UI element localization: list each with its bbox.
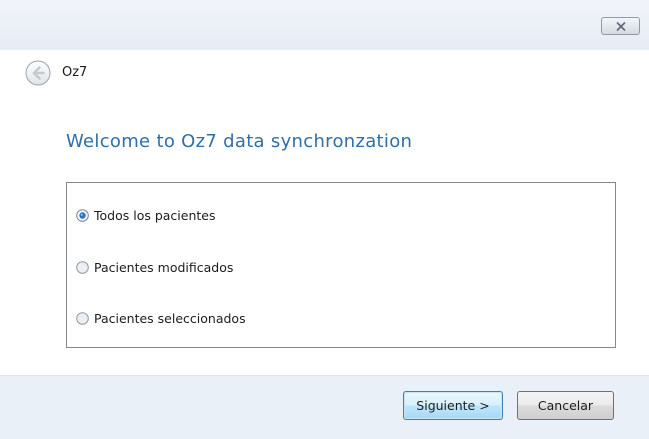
radio-selected-icon[interactable] bbox=[76, 208, 89, 222]
back-button[interactable] bbox=[25, 60, 51, 86]
wizard-header: Oz7 bbox=[0, 50, 649, 96]
option-label: Todos los pacientes bbox=[94, 207, 216, 223]
option-todos-los-pacientes[interactable]: Todos los pacientes bbox=[76, 206, 216, 224]
option-pacientes-seleccionados[interactable]: Pacientes seleccionados bbox=[76, 309, 246, 327]
radio-unselected-icon[interactable] bbox=[76, 311, 89, 325]
back-arrow-icon bbox=[25, 60, 51, 86]
radio-unselected-icon[interactable] bbox=[76, 260, 89, 274]
app-name: Oz7 bbox=[62, 65, 88, 80]
sync-options-group: Todos los pacientes Pacientes modificado… bbox=[66, 182, 616, 348]
wizard-content: Welcome to Oz7 data synchronzation Todos… bbox=[0, 96, 649, 375]
option-pacientes-modificados[interactable]: Pacientes modificados bbox=[76, 258, 233, 276]
page-title: Welcome to Oz7 data synchronzation bbox=[66, 131, 413, 152]
wizard-footer: Siguiente > Cancelar bbox=[0, 375, 649, 439]
option-label: Pacientes modificados bbox=[94, 259, 234, 275]
close-x-icon bbox=[616, 21, 625, 31]
title-bar bbox=[0, 0, 649, 50]
cancel-button[interactable]: Cancelar bbox=[517, 391, 614, 420]
close-button[interactable] bbox=[601, 17, 640, 35]
option-label: Pacientes seleccionados bbox=[94, 310, 246, 326]
next-button[interactable]: Siguiente > bbox=[403, 391, 503, 420]
sync-wizard-window: Oz7 Welcome to Oz7 data synchronzation T… bbox=[0, 0, 649, 439]
